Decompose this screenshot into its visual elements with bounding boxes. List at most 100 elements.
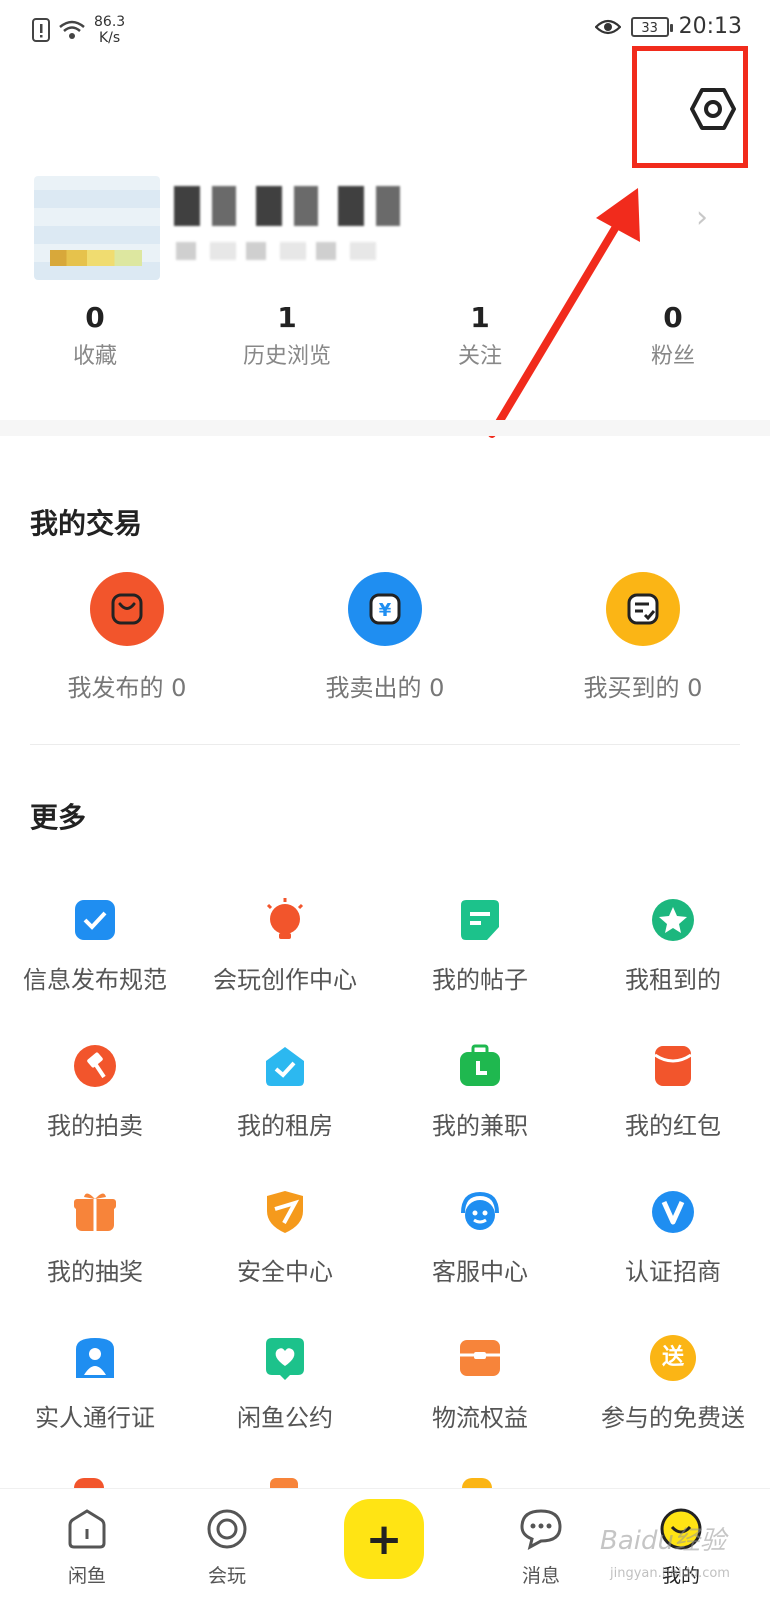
grid-item-label: 我的帖子	[432, 966, 528, 994]
grid-item-security-center[interactable]: 安全中心	[190, 1188, 380, 1287]
stat-value: 0	[663, 301, 683, 334]
stat-following[interactable]: 1 关注	[405, 300, 555, 374]
trade-label: 我发布的 0	[67, 674, 187, 702]
eye-icon	[594, 19, 621, 34]
grid-item-customer-service[interactable]: 客服中心	[385, 1188, 575, 1287]
check-card-icon	[71, 896, 119, 944]
receipt-icon	[627, 593, 659, 625]
grid-item-label: 实人通行证	[35, 1404, 155, 1432]
lightbulb-icon	[261, 896, 309, 944]
grid-item-label: 我租到的	[625, 966, 721, 994]
stat-fans[interactable]: 0 粉丝	[598, 300, 748, 374]
nav-label: 会玩	[207, 1565, 246, 1587]
house-check-icon	[261, 1042, 309, 1090]
stat-value: 1	[277, 301, 297, 334]
trade-bought[interactable]: 我买到的 0	[548, 572, 738, 703]
nav-label: 消息	[521, 1565, 560, 1587]
stat-favorites[interactable]: 0 收藏	[20, 300, 170, 374]
avatar-badge-strip	[50, 250, 142, 266]
grid-item-real-person-pass[interactable]: 实人通行证	[0, 1334, 190, 1433]
trade-published[interactable]: 我发布的 0	[32, 572, 222, 703]
headset-icon	[456, 1188, 504, 1236]
trade-label: 我买到的 0	[583, 674, 703, 702]
profile-stats: 0 收藏 1 历史浏览 1 关注 0 粉丝	[0, 300, 770, 390]
nav-home[interactable]: 闲鱼	[32, 1507, 142, 1588]
stat-value: 1	[470, 301, 490, 334]
grid-item-label: 我的红包	[625, 1112, 721, 1140]
grid-item-label: 安全中心	[237, 1258, 333, 1286]
grid-item-logistics-rights[interactable]: 物流权益	[385, 1334, 575, 1433]
grid-item-lottery[interactable]: 我的抽奖	[0, 1188, 190, 1287]
user-subtitle-blurred	[176, 242, 376, 260]
trade-section-title: 我的交易	[30, 507, 143, 540]
more-section-title: 更多	[30, 801, 87, 834]
grid-item-label: 我的租房	[237, 1112, 333, 1140]
grid-item-label: 闲鱼公约	[237, 1404, 333, 1432]
stat-history[interactable]: 1 历史浏览	[212, 300, 362, 374]
v-badge-icon	[649, 1188, 697, 1236]
heart-note-icon	[261, 1334, 309, 1382]
chat-icon	[520, 1509, 562, 1550]
partial-icon	[74, 1478, 104, 1488]
grid-item-rental-housing[interactable]: 我的租房	[190, 1042, 380, 1141]
grid-item-xianyu-covenant[interactable]: 闲鱼公约	[190, 1334, 380, 1433]
grid-item-label: 我的拍卖	[47, 1112, 143, 1140]
nav-messages[interactable]: 消息	[486, 1507, 596, 1588]
grid-item-label: 会玩创作中心	[213, 966, 357, 994]
profile-chevron-right-icon[interactable]: ›	[696, 200, 708, 235]
shield-icon	[261, 1188, 309, 1236]
partial-icon	[270, 1478, 298, 1488]
grid-item-part-time[interactable]: 我的兼职	[385, 1042, 575, 1141]
section-separator	[0, 420, 770, 436]
grid-item-certification[interactable]: 认证招商	[578, 1188, 768, 1287]
battery-indicator: 33	[630, 16, 673, 37]
star-badge-icon	[649, 896, 697, 944]
person-shield-icon	[71, 1334, 119, 1382]
gavel-icon	[71, 1042, 119, 1090]
stat-label: 收藏	[72, 344, 117, 369]
grid-item-label: 我的兼职	[432, 1112, 528, 1140]
grid-item-auction[interactable]: 我的拍卖	[0, 1042, 190, 1141]
net-speed: 86.3 K/s	[94, 14, 126, 46]
status-time: 20:13	[678, 14, 742, 39]
trade-bought-circle	[606, 572, 680, 646]
trade-sold-circle: ¥	[348, 572, 422, 646]
alert-icon	[32, 18, 50, 42]
grid-item-label: 客服中心	[432, 1258, 528, 1286]
grid-item-rented[interactable]: 我租到的	[578, 896, 768, 995]
stat-label: 历史浏览	[242, 344, 331, 369]
svg-text:¥: ¥	[379, 600, 392, 621]
yen-icon: ¥	[369, 593, 401, 625]
trade-sold[interactable]: ¥ 我卖出的 0	[290, 572, 480, 703]
grid-item-free-giveaway[interactable]: 送 参与的免费送	[578, 1334, 768, 1433]
target-icon	[207, 1509, 247, 1549]
briefcase-clock-icon	[456, 1042, 504, 1090]
red-packet-icon	[649, 1042, 697, 1090]
stat-value: 0	[85, 301, 105, 334]
trade-published-circle	[90, 572, 164, 646]
grid-item-my-posts[interactable]: 我的帖子	[385, 896, 575, 995]
watermark: Baidu经验	[600, 1526, 726, 1556]
grid-item-label: 我的抽奖	[47, 1258, 143, 1286]
grid-item-label: 认证招商	[625, 1258, 721, 1286]
trade-label: 我卖出的 0	[325, 674, 445, 702]
bag-icon	[111, 593, 143, 625]
username-blurred[interactable]	[174, 186, 418, 226]
stat-label: 关注	[457, 344, 502, 369]
note-icon	[456, 896, 504, 944]
grid-item-red-packet[interactable]: 我的红包	[578, 1042, 768, 1141]
grid-item-label: 物流权益	[432, 1404, 528, 1432]
nav-huiwan[interactable]: 会玩	[172, 1507, 282, 1588]
annotation-highlight-box	[632, 46, 748, 168]
home-icon	[68, 1509, 106, 1549]
grid-item-creator-center[interactable]: 会玩创作中心	[190, 896, 380, 995]
publish-button[interactable]: +	[344, 1499, 424, 1579]
wifi-icon	[59, 20, 85, 39]
plus-icon: +	[365, 1513, 403, 1565]
package-icon	[456, 1334, 504, 1382]
divider	[30, 744, 740, 745]
grid-item-posting-rules[interactable]: 信息发布规范	[0, 896, 190, 995]
nav-label: 闲鱼	[67, 1565, 106, 1587]
partial-icon	[462, 1478, 492, 1488]
free-badge-text: 送	[650, 1335, 696, 1381]
